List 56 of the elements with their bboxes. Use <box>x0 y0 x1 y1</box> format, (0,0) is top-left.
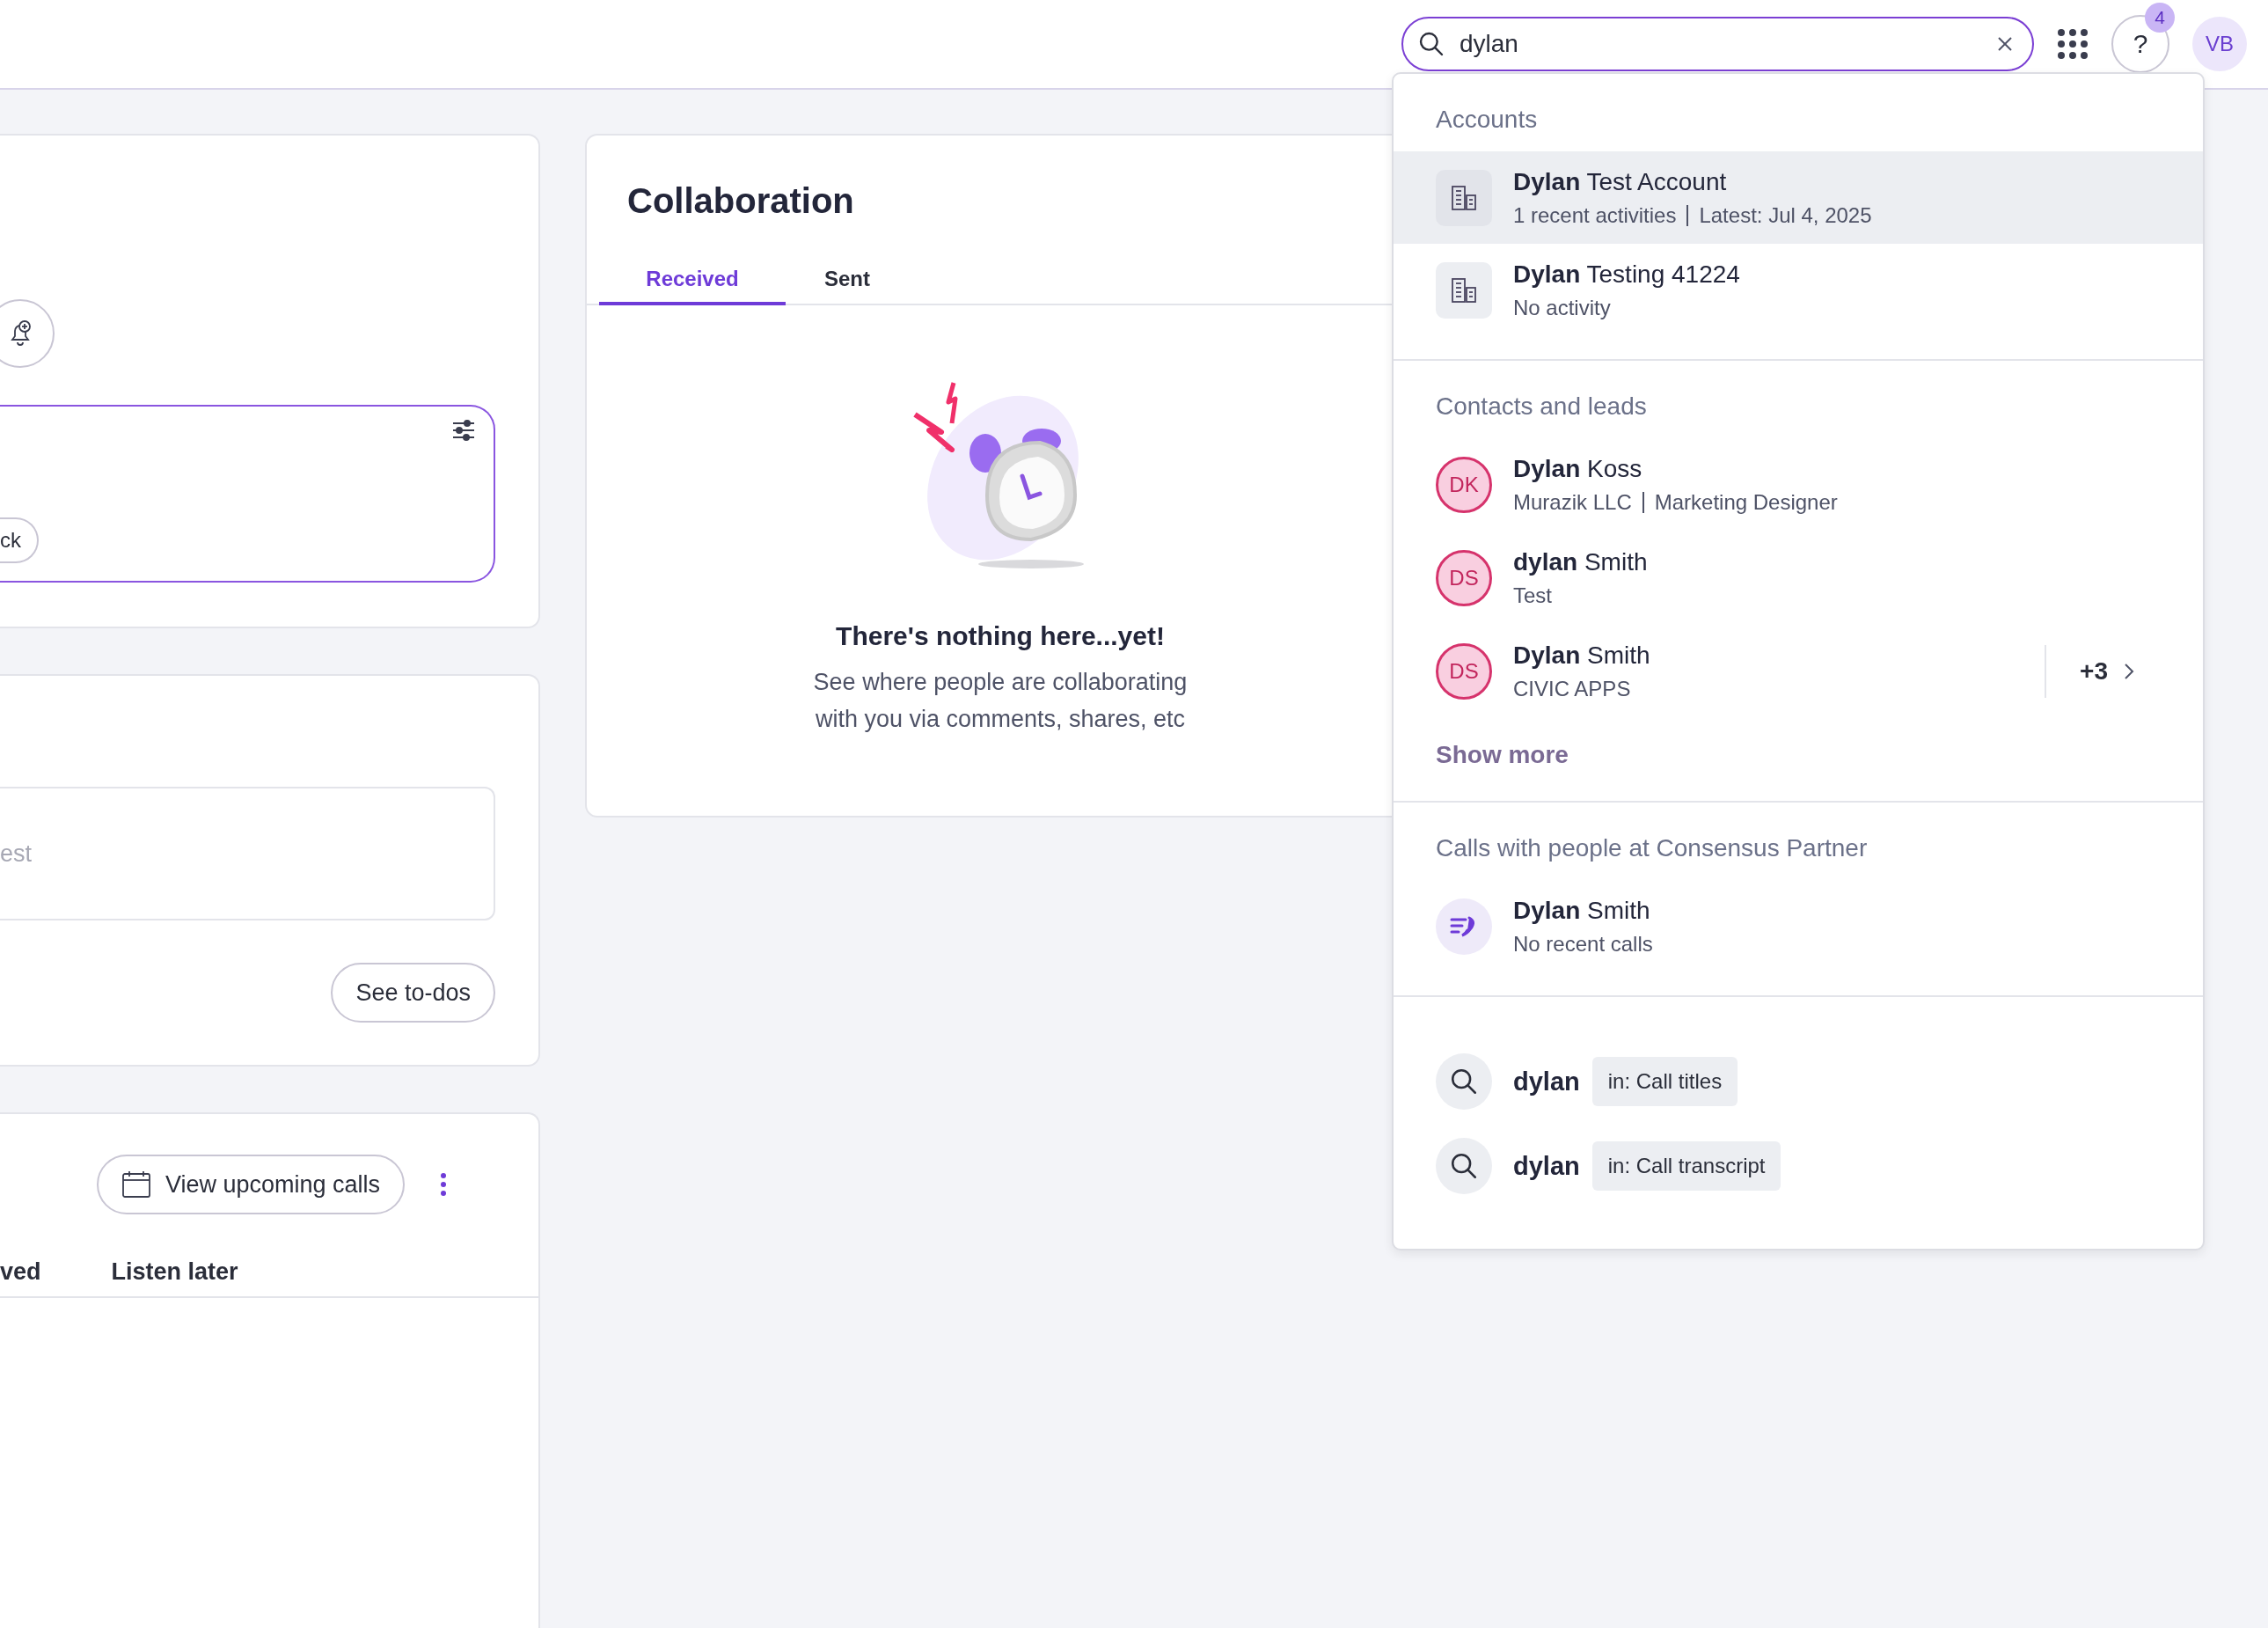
result-detail: No recent calls <box>1513 931 1653 957</box>
calls-tab[interactable]: ved <box>0 1258 41 1286</box>
result-detail: 1 recent activities <box>1513 202 1677 228</box>
contact-avatar: DS <box>1436 643 1492 700</box>
account-result[interactable]: Dylan Testing 41224 No activity <box>1394 244 2203 336</box>
search-term: dylan <box>1513 1067 1580 1096</box>
search-term: dylan <box>1513 1151 1580 1181</box>
account-name: Dylan Testing 41224 <box>1513 260 1741 289</box>
filter-chip[interactable]: ck <box>0 517 39 563</box>
empty-state-title: There's nothing here...yet! <box>836 621 1165 651</box>
contact-avatar: DS <box>1436 550 1492 606</box>
more-options-icon[interactable] <box>440 1173 448 1196</box>
search-suggestion[interactable]: dylan in: Call titles <box>1394 1039 2203 1124</box>
chevron-right-icon <box>2124 663 2134 680</box>
close-icon[interactable] <box>1997 36 2013 52</box>
contact-name[interactable]: Dylan Koss <box>1513 455 2161 483</box>
account-result[interactable]: Dylan Test Account 1 recent activities Latest: Jul 4, 2025 <box>1394 151 2203 244</box>
input-field[interactable]: est <box>0 787 495 920</box>
show-more-link[interactable]: Show more <box>1394 718 1611 778</box>
add-reminder-button[interactable] <box>0 299 55 368</box>
result-detail: Latest: Jul 4, 2025 <box>1699 202 1872 228</box>
card-title: Collaboration <box>627 181 855 221</box>
sliders-icon[interactable] <box>451 419 476 442</box>
search-input[interactable]: dylan <box>1458 29 1985 59</box>
calendar-icon <box>121 1170 151 1199</box>
calls-tab[interactable]: Listen later <box>111 1258 238 1286</box>
result-detail: Marketing Designer <box>1654 490 1838 515</box>
result-detail: CIVIC APPS <box>1513 677 1631 701</box>
collaboration-tab[interactable]: Sent <box>786 256 909 305</box>
more-contacts-button[interactable]: +3 <box>2045 645 2140 698</box>
contact-avatar: DK <box>1436 457 1492 513</box>
search-scope-tag: in: Call titles <box>1591 1057 1738 1106</box>
search-suggestion[interactable]: dylan in: Call transcript <box>1394 1124 2203 1208</box>
user-avatar[interactable]: VB <box>2192 17 2247 71</box>
search-icon <box>1449 1067 1479 1096</box>
section-heading: Contacts and leads <box>1435 392 1648 422</box>
notification-badge: 4 <box>2145 3 2175 33</box>
see-todos-button[interactable]: See to-dos <box>331 963 495 1023</box>
todo-input[interactable]: est <box>0 840 494 868</box>
account-name: Dylan Test Account <box>1513 167 1728 196</box>
result-detail: No activity <box>1513 295 1611 320</box>
result-detail: Murazik LLC <box>1513 490 1632 515</box>
search-icon <box>1449 1151 1479 1181</box>
search-scope-tag: in: Call transcript <box>1591 1141 1781 1191</box>
search-field[interactable]: dylan <box>1401 17 2034 71</box>
search-icon <box>1417 30 1445 58</box>
empty-state-text: See where people are collaborating with you via comments, shares, etc <box>812 668 1189 734</box>
section-heading: Calls with people at Consensus Partner <box>1435 833 1869 863</box>
contact-name[interactable]: Dylan Smith <box>1513 642 2024 670</box>
collaboration-tab[interactable]: Received <box>599 256 786 305</box>
result-detail: Test <box>1513 583 1552 608</box>
call-contact-name[interactable]: Dylan Smith <box>1513 896 2161 925</box>
section-heading: Accounts <box>1435 105 1539 135</box>
app-grid-icon[interactable] <box>2057 28 2089 60</box>
view-upcoming-calls-button[interactable]: View upcoming calls <box>97 1155 406 1214</box>
contact-name[interactable]: dylan Smith <box>1513 548 2161 576</box>
